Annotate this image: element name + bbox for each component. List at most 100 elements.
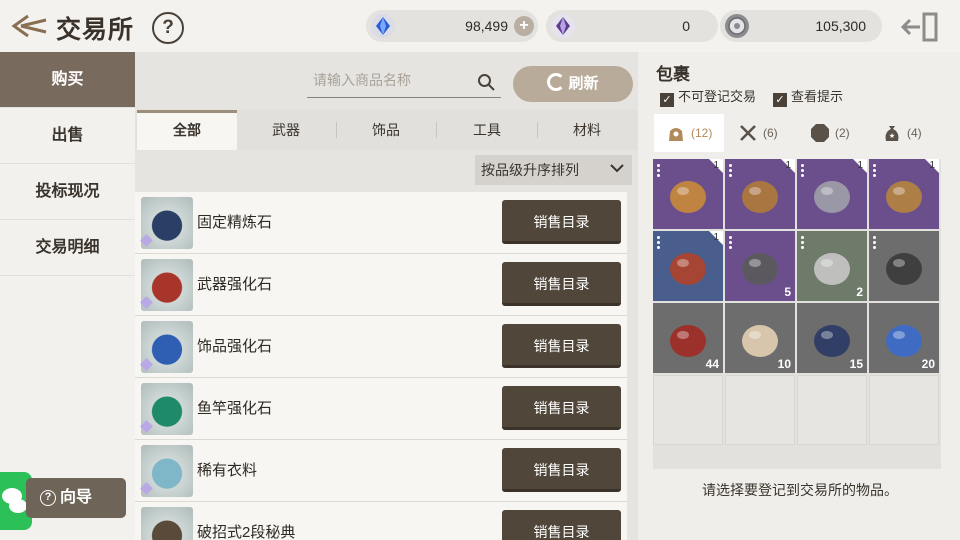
currency-silver-coin: 105,300: [720, 10, 882, 42]
item-name: 稀有衣料: [197, 462, 258, 479]
sales-list-button[interactable]: 销售目录: [502, 386, 621, 430]
item-thumbnail: [141, 507, 193, 540]
chevron-down-icon: [610, 164, 624, 173]
tab-tools[interactable]: 工具: [437, 110, 537, 150]
item-quantity: 1: [857, 160, 863, 171]
currency-value: 0: [682, 18, 690, 34]
back-arrow-icon[interactable]: [8, 12, 48, 40]
rank-dots: [801, 164, 804, 178]
sales-list-button[interactable]: 销售目录: [502, 262, 621, 306]
rank-dots: [729, 236, 732, 250]
inventory-tab-materials[interactable]: (2): [798, 114, 868, 152]
currency-value: 105,300: [815, 18, 866, 34]
untradable-checkbox[interactable]: ✓ 不可登记交易: [660, 86, 756, 107]
dagger-item[interactable]: [869, 231, 939, 301]
currency-value: 98,499: [465, 18, 508, 34]
add-currency-button[interactable]: +: [514, 16, 534, 36]
category-tabs: 全部 武器 饰品 工具 材料: [135, 110, 638, 150]
item-quantity: 44: [705, 357, 719, 371]
currency-purple-crystal: 0: [546, 10, 718, 42]
item-quantity: 10: [777, 357, 791, 371]
inventory-tab-misc[interactable]: ★ (4): [870, 114, 940, 152]
inventory-tab-equipment[interactable]: (6): [726, 114, 796, 152]
bracelet-item[interactable]: 1: [869, 159, 939, 229]
sort-dropdown[interactable]: 按品级升序排列: [475, 155, 632, 185]
inventory-hint: 请选择要登记到交易所的物品。: [702, 482, 898, 498]
table-row[interactable]: 武器强化石 销售目录: [135, 254, 627, 316]
refresh-icon: [547, 73, 566, 91]
inventory-panel: 包裹 ✓ 不可登记交易 ✓ 查看提示 (12) (6) (2) ★ (4) 1 1 1 1…: [640, 52, 960, 540]
sidebar: 购买 出售 投标现况 交易明细: [0, 52, 135, 540]
item-name: 鱼竿强化石: [197, 400, 273, 417]
sales-list-button[interactable]: 销售目录: [502, 510, 621, 540]
search-input[interactable]: 请输入商品名称: [307, 70, 501, 98]
sales-list-button[interactable]: 销售目录: [502, 324, 621, 368]
rank-dots: [801, 236, 804, 250]
item-quantity: 20: [921, 357, 935, 371]
checkbox-label: 查看提示: [791, 89, 844, 104]
rank-dots: [729, 164, 732, 178]
bag-icon: [669, 128, 683, 141]
sidebar-item-bid-status[interactable]: 投标现况: [0, 164, 135, 220]
item-list: 固定精炼石 销售目录 武器强化石 销售目录 饰品强化石 销售目录 鱼竿强化石 销售目录 稀有衣料…: [135, 192, 627, 540]
empty-slot: [869, 375, 939, 445]
search-placeholder: 请输入商品名称: [313, 72, 411, 88]
amulet-item[interactable]: 1: [653, 159, 723, 229]
view-tips-checkbox[interactable]: ✓ 查看提示: [773, 86, 843, 107]
table-row[interactable]: 鱼竿强化石 销售目录: [135, 378, 627, 440]
ring-item[interactable]: 1: [797, 159, 867, 229]
tab-accessories[interactable]: 饰品: [336, 110, 436, 150]
item-name: 武器强化石: [197, 276, 273, 293]
chest-item[interactable]: 5: [725, 231, 795, 301]
checkbox-label: 不可登记交易: [678, 89, 757, 104]
table-row[interactable]: 固定精炼石 销售目录: [135, 192, 627, 254]
weapon-item[interactable]: 1: [653, 231, 723, 301]
bun-item[interactable]: 10: [725, 303, 795, 373]
sidebar-item-buy[interactable]: 购买: [0, 52, 135, 108]
help-icon[interactable]: ?: [152, 12, 184, 44]
tab-count: (2): [835, 126, 850, 140]
currency-blue-crystal: 98,499 +: [366, 10, 538, 42]
item-quantity: 15: [849, 357, 863, 371]
inventory-grid: 1 1 1 1 1 5 2 44 10 15 20: [653, 159, 941, 469]
page-title: 交易所: [56, 16, 135, 44]
refresh-button[interactable]: 刷新: [513, 66, 633, 102]
sort-label: 按品级升序排列: [481, 162, 579, 178]
guide-button[interactable]: ? 向导: [26, 478, 126, 518]
blue-crystal-icon: [371, 14, 395, 38]
sales-list-button[interactable]: 销售目录: [502, 448, 621, 492]
inventory-tab-all[interactable]: (12): [654, 114, 724, 152]
checkbox-checked-icon: ✓: [660, 93, 674, 107]
rank-dots: [657, 236, 660, 250]
dagger-item-icon: [886, 253, 922, 285]
tab-materials[interactable]: 材料: [537, 110, 637, 150]
refresh-label: 刷新: [568, 75, 599, 92]
potion-item[interactable]: 44: [653, 303, 723, 373]
earring-item[interactable]: 1: [725, 159, 795, 229]
tab-all[interactable]: 全部: [137, 110, 237, 150]
rank-dots: [873, 236, 876, 250]
sidebar-item-transaction-history[interactable]: 交易明细: [0, 220, 135, 276]
inventory-title: 包裹: [656, 65, 690, 84]
sidebar-item-sell[interactable]: 出售: [0, 108, 135, 164]
silver-coin-icon: [725, 14, 749, 38]
purple-crystal-icon: [551, 14, 575, 38]
table-row[interactable]: 稀有衣料 销售目录: [135, 440, 627, 502]
rank-dots: [873, 164, 876, 178]
item-name: 固定精炼石: [197, 214, 273, 231]
pearl-item[interactable]: 2: [797, 231, 867, 301]
table-row[interactable]: 破招式2段秘典 销售目录: [135, 502, 627, 540]
search-icon[interactable]: [477, 73, 495, 91]
empty-slot: [725, 375, 795, 445]
sales-list-button[interactable]: 销售目录: [502, 200, 621, 244]
guide-label: 向导: [60, 489, 93, 506]
flask-item[interactable]: 20: [869, 303, 939, 373]
swords-icon: [740, 125, 756, 141]
exit-icon[interactable]: [900, 12, 940, 42]
ore-item[interactable]: 15: [797, 303, 867, 373]
item-quantity: 1: [929, 160, 935, 171]
svg-text:★: ★: [889, 132, 895, 140]
rank-dots: [657, 164, 660, 178]
tab-weapons[interactable]: 武器: [236, 110, 336, 150]
table-row[interactable]: 饰品强化石 销售目录: [135, 316, 627, 378]
